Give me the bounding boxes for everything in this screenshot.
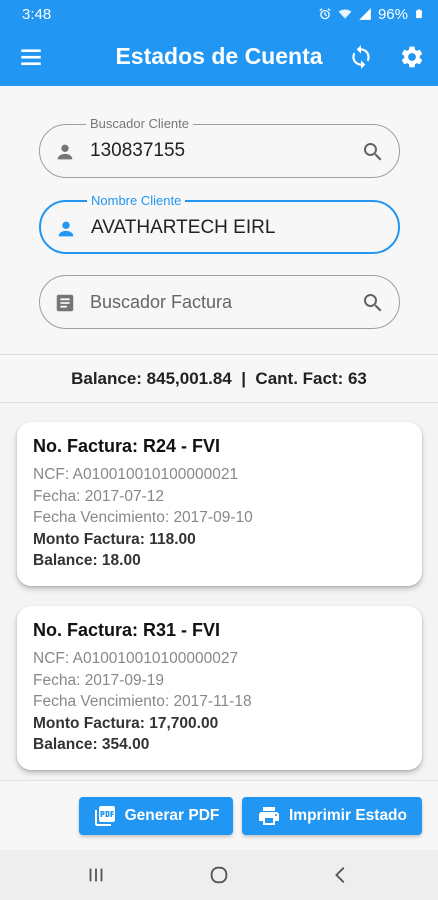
pdf-icon xyxy=(94,806,115,826)
invoice-balance: Balance: 18.00 xyxy=(33,552,141,569)
balance-summary: Balance: 845,001.84 | Cant. Fact: 63 xyxy=(0,355,438,402)
invoice-search-button[interactable] xyxy=(361,291,385,315)
client-name-value: AVATHARTECH EIRL xyxy=(91,217,276,238)
invoice-due-date: Fecha Vencimiento: 2017-11-18 xyxy=(33,693,252,710)
person-icon xyxy=(58,221,74,237)
sync-icon xyxy=(352,45,370,69)
invoice-balance: Balance: 354.00 xyxy=(33,736,150,753)
battery-percent: 96% xyxy=(377,5,408,23)
invoice-amount: Monto Factura: 118.00 xyxy=(33,530,196,548)
recent-apps-button[interactable] xyxy=(84,863,108,887)
document-icon xyxy=(56,294,74,312)
hamburger-menu-icon xyxy=(21,49,41,66)
search-panel: Buscador Cliente 130837155 Nombre Client… xyxy=(0,86,438,354)
back-icon xyxy=(335,867,345,883)
status-icons: 96% xyxy=(318,6,424,23)
invoice-card[interactable]: No. Factura: R31 - FVI NCF: A01001001010… xyxy=(17,606,422,770)
invoice-amount: Monto Factura: 17,700.00 xyxy=(33,714,219,732)
printer-icon xyxy=(259,807,279,825)
wifi-icon xyxy=(338,9,352,19)
client-search-value: 130837155 xyxy=(90,140,186,161)
gear-icon xyxy=(401,46,423,68)
client-search-field[interactable]: Buscador Cliente 130837155 xyxy=(39,116,400,178)
invoice-date: Fecha: 2017-07-12 xyxy=(33,487,164,505)
client-search-label: Buscador Cliente xyxy=(86,116,193,131)
invoice-title: No. Factura: R31 - FVI xyxy=(33,620,221,640)
invoice-date: Fecha: 2017-09-19 xyxy=(33,671,164,689)
status-time: 3:48 xyxy=(22,5,52,23)
home-button[interactable] xyxy=(207,863,231,887)
back-button[interactable] xyxy=(329,863,353,887)
person-icon xyxy=(57,144,73,160)
menu-button[interactable] xyxy=(18,44,44,70)
invoice-due-date: Fecha Vencimiento: 2017-09-10 xyxy=(33,509,253,526)
invoice-card[interactable]: No. Factura: R24 - FVI NCF: A01001001010… xyxy=(17,422,422,586)
sync-button[interactable] xyxy=(348,44,374,70)
search-icon xyxy=(364,143,382,161)
recent-apps-icon xyxy=(89,868,103,882)
invoice-ncf: NCF: A010010010100000021 xyxy=(33,466,239,483)
alarm-icon xyxy=(319,8,331,20)
client-name-field[interactable]: Nombre Cliente AVATHARTECH EIRL xyxy=(39,193,400,254)
status-bar: 3:48 96% xyxy=(0,0,438,28)
invoice-title: No. Factura: R24 - FVI xyxy=(33,436,221,456)
client-name-label: Nombre Cliente xyxy=(87,193,186,208)
signal-icon xyxy=(359,8,371,20)
generate-pdf-label: Generar PDF xyxy=(124,807,220,824)
invoice-ncf: NCF: A010010010100000027 xyxy=(33,650,239,667)
settings-button[interactable] xyxy=(399,44,425,70)
home-icon xyxy=(210,866,228,884)
print-statement-label: Imprimir Estado xyxy=(289,807,407,824)
invoice-search-placeholder: Buscador Factura xyxy=(90,292,233,312)
search-icon xyxy=(364,294,382,312)
invoice-list[interactable]: No. Factura: R24 - FVI NCF: A01001001010… xyxy=(0,403,438,780)
generate-pdf-button[interactable]: Generar PDF xyxy=(79,797,233,835)
app-bar: Estados de Cuenta xyxy=(0,28,438,86)
print-statement-button[interactable]: Imprimir Estado xyxy=(242,797,422,835)
battery-icon xyxy=(416,9,422,19)
client-search-button[interactable] xyxy=(361,140,385,164)
action-bar: Generar PDF Imprimir Estado xyxy=(0,780,438,850)
system-nav-bar xyxy=(0,850,438,900)
invoice-search-field[interactable]: Buscador Factura xyxy=(39,275,400,329)
